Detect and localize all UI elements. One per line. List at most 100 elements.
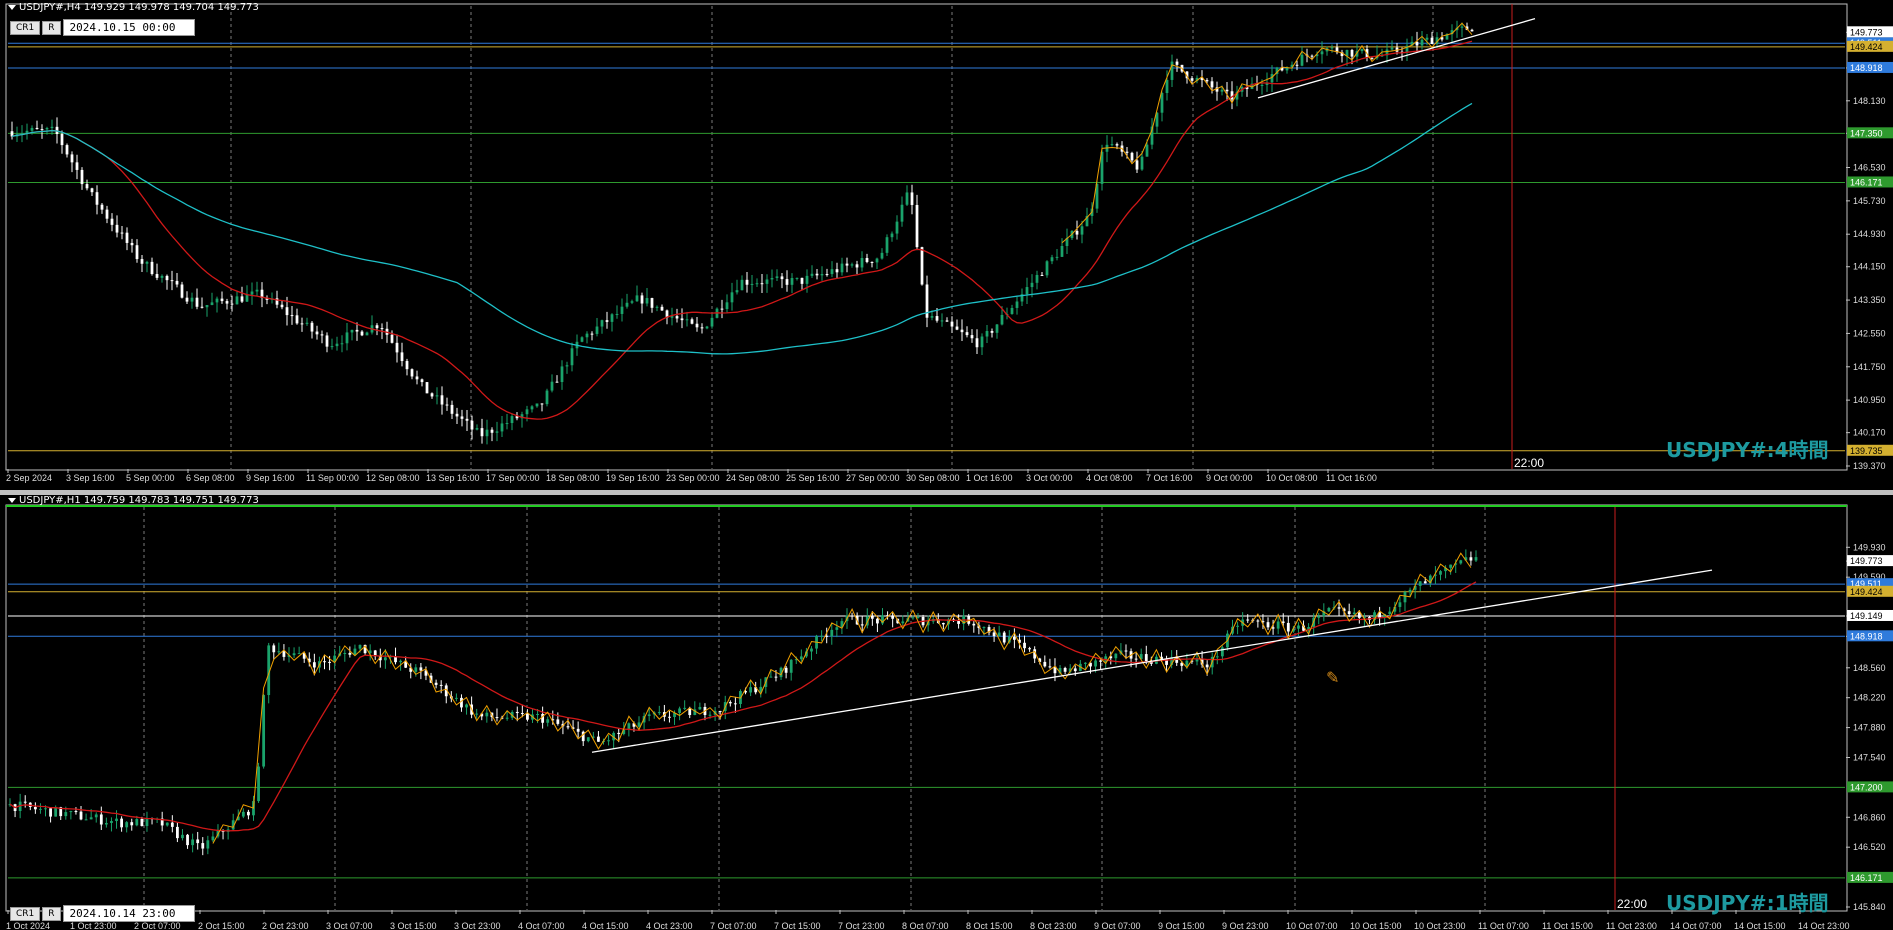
candle-body xyxy=(1023,642,1026,649)
candle-body xyxy=(810,273,814,276)
candle-body xyxy=(576,728,580,732)
candle-body xyxy=(647,714,651,717)
candle-body xyxy=(775,276,779,278)
candle-body xyxy=(876,618,879,624)
r-button[interactable]: R xyxy=(42,20,61,35)
candle-body xyxy=(718,710,722,712)
candle-body xyxy=(835,269,839,273)
candle-body xyxy=(875,258,879,263)
h4-date-input[interactable]: 2024.10.15 00:00 xyxy=(62,19,195,36)
candle-body xyxy=(130,822,134,826)
candle-body xyxy=(745,279,749,285)
candle-body xyxy=(225,301,229,304)
candle-body xyxy=(1010,307,1014,314)
candle-body xyxy=(916,616,920,618)
candle-body xyxy=(500,423,504,432)
h1-chart-canvas[interactable]: 22:00149.930149.773149.590149.149148.918… xyxy=(0,495,1893,930)
candle-body xyxy=(1134,658,1138,660)
candle-body xyxy=(290,315,294,317)
candle-body xyxy=(610,314,614,322)
candle-body xyxy=(1225,89,1229,92)
candle-body xyxy=(850,264,854,266)
time-tick-label: 7 Oct 16:00 xyxy=(1146,473,1193,483)
candle-body xyxy=(170,280,174,282)
candle-body xyxy=(790,278,794,285)
candle-body xyxy=(891,615,895,619)
candle-body xyxy=(678,708,681,713)
price-level-badge-label: 149.424 xyxy=(1850,587,1883,597)
candle-body xyxy=(50,126,54,129)
price-level-badge-label: 149.424 xyxy=(1850,42,1883,52)
candle-body xyxy=(1347,611,1351,615)
r-button[interactable]: R xyxy=(42,906,61,921)
trend-line xyxy=(1257,18,1536,99)
h1-chart-pane[interactable]: 22:00149.930149.773149.590149.149148.918… xyxy=(0,495,1893,930)
candle-body xyxy=(825,635,829,637)
candle-body xyxy=(820,274,824,276)
candle-body xyxy=(830,629,834,637)
candle-body xyxy=(30,127,34,131)
candle-body xyxy=(920,247,924,285)
time-tick-label: 9 Sep 16:00 xyxy=(246,473,295,483)
candle-body xyxy=(995,324,999,333)
collapse-triangle-icon[interactable] xyxy=(8,4,16,10)
trend-line xyxy=(591,569,1713,753)
candle-body xyxy=(865,258,869,262)
candle-body xyxy=(1145,144,1149,157)
candle-body xyxy=(930,316,934,318)
h4-chart-header: USDJPY#,H4 149.929 149.978 149.704 149.7… xyxy=(8,2,259,13)
h4-chart-canvas[interactable]: 22:00 149.773 148.918 148.130 147.350 146.530… xyxy=(0,0,1893,490)
candle-body xyxy=(65,145,69,155)
candle-body xyxy=(485,429,489,437)
candle-body xyxy=(585,333,589,338)
h4-chart-pane[interactable]: 22:00 149.773 148.918 148.130 147.350 146.530… xyxy=(0,0,1893,490)
collapse-triangle-icon[interactable] xyxy=(8,497,16,503)
candle-body xyxy=(74,811,78,813)
candle-body xyxy=(115,818,118,822)
time-axis: 2 Sep 2024 3 Sep 16:00 5 Sep 00:00 6 Sep 08… xyxy=(6,469,1377,483)
candle-body xyxy=(44,808,47,810)
candle-body xyxy=(540,403,544,405)
candle-body xyxy=(1060,245,1064,257)
candle-body xyxy=(230,303,234,305)
time-tick-label: 7 Oct 07:00 xyxy=(710,921,757,930)
candle-body xyxy=(733,703,737,705)
candle-body xyxy=(1160,92,1164,113)
candle-body xyxy=(375,325,379,329)
candle-body xyxy=(75,162,79,170)
candle-body xyxy=(505,717,509,719)
time-tick-label: 6 Sep 08:00 xyxy=(186,473,235,483)
candle-body xyxy=(870,616,874,619)
candle-body xyxy=(1398,602,1402,607)
cr1-button[interactable]: CR1 xyxy=(10,20,41,35)
candle-body xyxy=(211,836,215,841)
cr1-button[interactable]: CR1 xyxy=(10,906,41,921)
time-tick-label: 11 Oct 07:00 xyxy=(1478,921,1529,930)
candle-body xyxy=(1000,314,1004,325)
crosshair-cursor-icon: ✎ xyxy=(1326,668,1340,687)
candle-body xyxy=(555,381,559,383)
candle-body xyxy=(705,326,709,329)
candle-body xyxy=(820,635,824,637)
candle-body xyxy=(435,395,439,397)
candle-body xyxy=(941,622,945,625)
candle-body xyxy=(215,298,219,303)
candle-body xyxy=(1035,274,1039,283)
candle-body xyxy=(300,323,304,325)
candle-body xyxy=(735,290,739,293)
h4-header-text: USDJPY#,H4 149.929 149.978 149.704 149.7… xyxy=(19,2,259,13)
time-tick-label: 10 Oct 15:00 xyxy=(1350,921,1402,930)
candle-body xyxy=(900,204,904,222)
candle-body xyxy=(615,313,619,315)
candle-body xyxy=(1260,84,1264,86)
candle-body xyxy=(343,652,347,654)
candle-body xyxy=(191,839,195,846)
candle-body xyxy=(155,274,159,278)
candle-body xyxy=(69,811,73,813)
candle-body xyxy=(800,277,804,284)
h1-date-input[interactable]: 2024.10.14 23:00 xyxy=(62,905,195,922)
candle-body xyxy=(546,719,550,723)
candle-body xyxy=(535,403,539,407)
candle-body xyxy=(292,653,296,656)
candle-body xyxy=(550,381,554,391)
